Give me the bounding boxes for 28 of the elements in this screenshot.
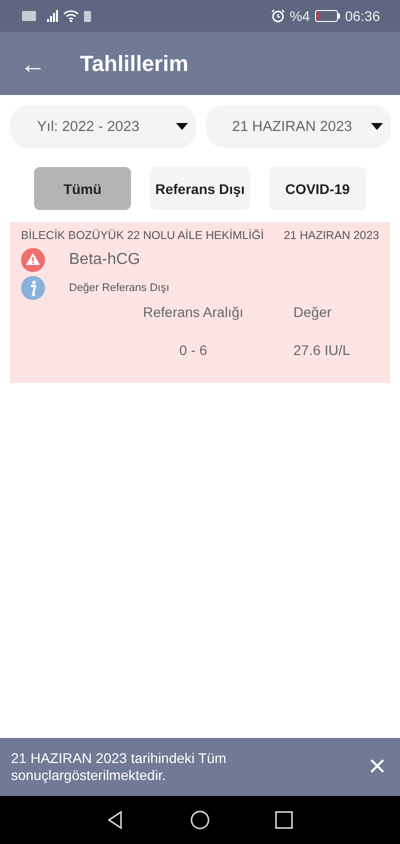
result-value: 27.6 IU/L (293, 342, 350, 358)
clock: 06:36 (344, 8, 380, 24)
column-header: Değer (293, 304, 333, 320)
warning-icon (21, 248, 45, 272)
home-icon[interactable] (190, 810, 210, 830)
dropdown[interactable]: Yıl: 2022 - 2023 (10, 105, 196, 148)
filter-button[interactable]: Referans Dışı (150, 167, 250, 210)
reference-range: 0 - 6 (178, 342, 208, 358)
filter-button[interactable]: COVID-19 (269, 167, 366, 210)
dropdown[interactable]: 21 HAZIRAN 2023 (206, 105, 391, 148)
info-icon (21, 276, 45, 300)
filter-button[interactable]: Tümü (34, 167, 131, 210)
institution-name: BİLECİK BOZÜYÜK 22 NOLU AİLE HEKİMLİĞİ (21, 230, 264, 242)
back-button[interactable]: ← (20, 50, 44, 76)
alarm-icon (270, 9, 285, 23)
caret-icon (371, 123, 383, 130)
page-title: Tahlillerim (80, 50, 188, 76)
column-header: Referans Aralığı (143, 304, 244, 320)
snackbar-message: 21 HAZIRAN 2023 tarihindeki Tüm sonuçlargösterilmektedir. (11, 750, 228, 784)
status-note: Değer Referans Dışı (69, 282, 170, 294)
result-date: 21 HAZIRAN 2023 (284, 230, 379, 242)
signal-icon (47, 10, 58, 22)
wifi-icon (63, 10, 79, 22)
caret-icon (176, 123, 188, 130)
battery-percent: %4 (290, 8, 310, 24)
close-button[interactable]: × (368, 752, 386, 782)
test-name: Beta-hCG (69, 251, 142, 269)
recents-icon[interactable] (274, 810, 294, 830)
